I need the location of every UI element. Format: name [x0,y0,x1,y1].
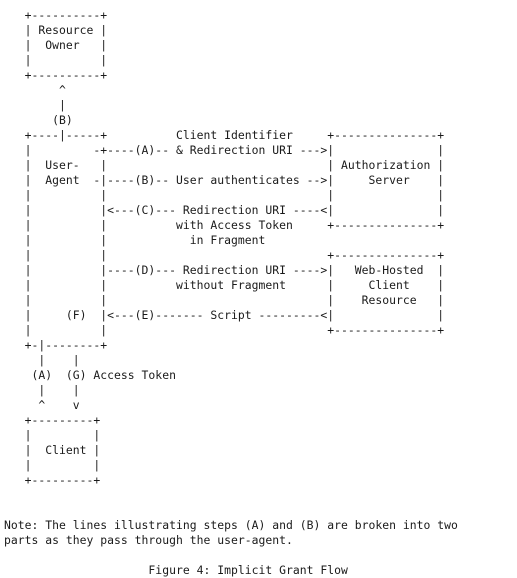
step-a-line: | -+----(A)-- & Redirection URI --->| | [4,143,445,157]
note-text: parts as they pass through the user-agen… [4,533,293,547]
diagram-line: | | [4,383,80,397]
client-box-bottom: +---------+ [4,473,101,487]
diagram-line: | | +---------------+ [4,323,445,337]
diagram-line [4,548,458,563]
step-d-line: | |----(D)--- Redirection URI ---->| Web… [4,263,445,277]
arrow-up-icon: ^ [4,83,66,97]
user-agent-label: | User- | | Authorization | [4,158,445,172]
diagram-line: | | [4,458,101,472]
step-b-label: (B) [4,113,73,127]
step-c-line: | |<---(C)--- Redirection URI ----<| | [4,203,445,217]
client-box-top: +---------+ [4,413,101,427]
diagram-line: | | [4,353,80,367]
note-text: Note: The lines illustrating steps (A) a… [4,518,458,532]
diagram-line: | | [4,53,108,67]
resource-owner-box-top: +----------+ [4,8,108,22]
user-agent-box-top: +----|-----+ Client Identifier +--------… [4,128,445,142]
resource-owner-label: | Owner | [4,38,108,52]
client-label: | Client | [4,443,101,457]
resource-owner-label: | Resource | [4,23,108,37]
diagram-line [4,488,458,503]
implicit-grant-flow-diagram: +----------+ | Resource | | Owner | | | … [4,8,458,578]
diagram-line: | | | Resource | [4,293,445,307]
resource-owner-box-bottom: +----------+ [4,68,108,82]
step-c-line: | | with Access Token +---------------+ [4,218,445,232]
step-b-line: | Agent -|----(B)-- User authenticates -… [4,173,445,187]
diagram-line: | | +---------------+ [4,248,445,262]
step-d-line: | | without Fragment | Client | [4,278,445,292]
step-c-line: | | in Fragment [4,233,266,247]
figure-caption: Figure 4: Implicit Grant Flow [4,563,348,577]
diagram-line: | [4,98,66,112]
step-e-line: | (F) |<---(E)------- Script ---------<|… [4,308,445,322]
step-g-access-token: (A) (G) Access Token [4,368,176,382]
diagram-line [4,503,458,518]
arrows-icon: ^ v [4,398,80,412]
user-agent-box-bottom: +-|--------+ [4,338,108,352]
diagram-line: | | | | [4,188,445,202]
diagram-line: | | [4,428,101,442]
